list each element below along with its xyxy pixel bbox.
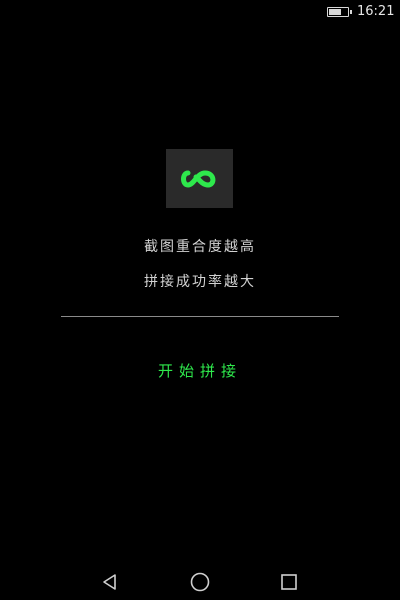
navigation-bar — [0, 560, 400, 600]
infinity-logo-icon — [180, 169, 215, 188]
recent-square-icon — [281, 574, 297, 590]
battery-level — [329, 9, 341, 15]
home-circle-icon — [190, 572, 210, 592]
app-logo — [166, 149, 233, 208]
home-button[interactable] — [188, 570, 212, 594]
back-triangle-icon — [103, 574, 116, 590]
status-clock: 16:21 — [357, 4, 395, 19]
back-button[interactable] — [98, 570, 122, 594]
divider — [61, 316, 339, 317]
status-bar: 16:21 — [0, 0, 400, 24]
start-stitch-button[interactable]: 开始拼接 — [130, 350, 270, 390]
recent-apps-button[interactable] — [277, 570, 301, 594]
tagline-line1: 截图重合度越高 — [144, 239, 256, 255]
battery-icon — [327, 7, 352, 17]
tagline-line2: 拼接成功率越大 — [144, 274, 256, 290]
